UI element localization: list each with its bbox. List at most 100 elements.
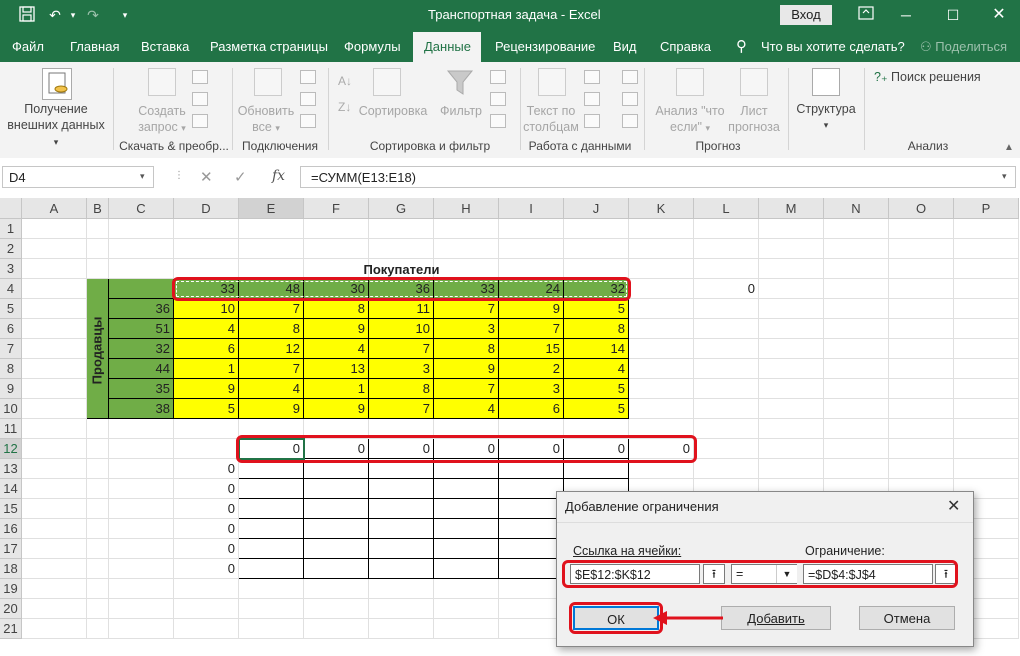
column-header[interactable]: B <box>87 198 109 219</box>
cell[interactable] <box>87 519 109 539</box>
cost-cell[interactable]: 9 <box>304 399 369 419</box>
formula-input[interactable]: =СУММ(E13:E18) <box>300 166 1016 188</box>
cell[interactable] <box>954 439 1019 459</box>
cell[interactable] <box>87 539 109 559</box>
cell[interactable] <box>889 459 954 479</box>
cell[interactable] <box>629 259 694 279</box>
cell[interactable] <box>87 459 109 479</box>
cost-cell[interactable]: 7 <box>499 319 564 339</box>
edit-links-icon[interactable] <box>300 114 316 128</box>
cell[interactable] <box>564 259 629 279</box>
cell[interactable] <box>22 419 87 439</box>
cell[interactable] <box>954 279 1019 299</box>
cell[interactable] <box>109 539 174 559</box>
column-header[interactable]: L <box>694 198 759 219</box>
cell[interactable] <box>629 239 694 259</box>
cost-cell[interactable]: 5 <box>174 399 239 419</box>
forecast-sheet-button[interactable]: Лист прогноза <box>724 103 784 135</box>
shipped-total-cell[interactable]: 0 <box>174 559 239 579</box>
cell[interactable] <box>304 599 369 619</box>
share-button[interactable]: ⚇ Поделиться <box>920 39 1007 55</box>
row-header[interactable]: 21 <box>0 619 22 639</box>
cell[interactable] <box>694 239 759 259</box>
cell[interactable] <box>22 539 87 559</box>
cell[interactable] <box>109 419 174 439</box>
cell-C4[interactable] <box>109 279 174 299</box>
cell[interactable] <box>499 579 564 599</box>
supply-cell[interactable]: 35 <box>109 379 174 399</box>
cost-cell[interactable]: 9 <box>499 299 564 319</box>
cell[interactable] <box>87 439 109 459</box>
cell[interactable] <box>889 379 954 399</box>
close-window-icon[interactable]: ✕ <box>990 6 1008 24</box>
cell-L4[interactable]: 0 <box>694 279 759 299</box>
cell[interactable] <box>109 439 174 459</box>
row-header[interactable]: 5 <box>0 299 22 319</box>
cost-cell[interactable]: 5 <box>564 299 629 319</box>
cell[interactable] <box>499 599 564 619</box>
cell[interactable] <box>22 479 87 499</box>
cell[interactable] <box>22 319 87 339</box>
row-header[interactable]: 8 <box>0 359 22 379</box>
what-if-button[interactable]: Анализ "что если" ▾ <box>648 103 732 136</box>
cell[interactable] <box>434 219 499 239</box>
tab-home[interactable]: Главная <box>70 39 119 54</box>
cell[interactable] <box>22 579 87 599</box>
clear-filter-icon[interactable] <box>490 70 506 84</box>
cell[interactable] <box>239 619 304 639</box>
cancel-button[interactable]: Отмена <box>859 606 955 630</box>
cell[interactable] <box>694 299 759 319</box>
cost-cell[interactable]: 3 <box>369 359 434 379</box>
shipped-total-cell[interactable]: 0 <box>174 499 239 519</box>
column-header[interactable]: N <box>824 198 889 219</box>
cell[interactable] <box>629 219 694 239</box>
cell[interactable] <box>564 239 629 259</box>
cost-cell[interactable]: 9 <box>434 359 499 379</box>
cell[interactable] <box>22 359 87 379</box>
cell[interactable] <box>499 239 564 259</box>
cell[interactable] <box>759 339 824 359</box>
column-header[interactable]: P <box>954 198 1019 219</box>
cost-cell[interactable]: 10 <box>369 319 434 339</box>
cell[interactable] <box>629 279 694 299</box>
cell[interactable] <box>22 399 87 419</box>
cell[interactable] <box>109 579 174 599</box>
cost-cell[interactable]: 7 <box>369 399 434 419</box>
cell[interactable] <box>109 459 174 479</box>
cost-cell[interactable]: 4 <box>564 359 629 379</box>
cell[interactable] <box>434 619 499 639</box>
cell[interactable] <box>87 499 109 519</box>
column-header[interactable]: J <box>564 198 629 219</box>
cell[interactable] <box>824 359 889 379</box>
cell[interactable] <box>824 399 889 419</box>
data-model-icon[interactable] <box>622 114 638 128</box>
cell[interactable] <box>629 339 694 359</box>
cell[interactable] <box>824 419 889 439</box>
cell[interactable] <box>369 579 434 599</box>
cell[interactable] <box>954 219 1019 239</box>
cell[interactable] <box>954 379 1019 399</box>
cell[interactable] <box>694 439 759 459</box>
cell[interactable] <box>759 399 824 419</box>
cost-cell[interactable]: 5 <box>564 399 629 419</box>
cell[interactable] <box>564 219 629 239</box>
column-header[interactable]: C <box>109 198 174 219</box>
cell[interactable] <box>109 259 174 279</box>
cell[interactable] <box>629 359 694 379</box>
cell[interactable] <box>694 419 759 439</box>
cell[interactable] <box>954 459 1019 479</box>
cell[interactable] <box>889 319 954 339</box>
cell[interactable] <box>304 579 369 599</box>
cell[interactable] <box>87 259 109 279</box>
cost-cell[interactable]: 4 <box>174 319 239 339</box>
cell[interactable] <box>87 599 109 619</box>
cell[interactable] <box>954 399 1019 419</box>
cell[interactable] <box>499 259 564 279</box>
cell[interactable] <box>824 319 889 339</box>
cell[interactable] <box>239 599 304 619</box>
connections-icon[interactable] <box>300 70 316 84</box>
supply-cell[interactable]: 32 <box>109 339 174 359</box>
cell[interactable] <box>22 519 87 539</box>
row-header[interactable]: 9 <box>0 379 22 399</box>
maximize-icon[interactable]: ☐ <box>944 6 962 24</box>
